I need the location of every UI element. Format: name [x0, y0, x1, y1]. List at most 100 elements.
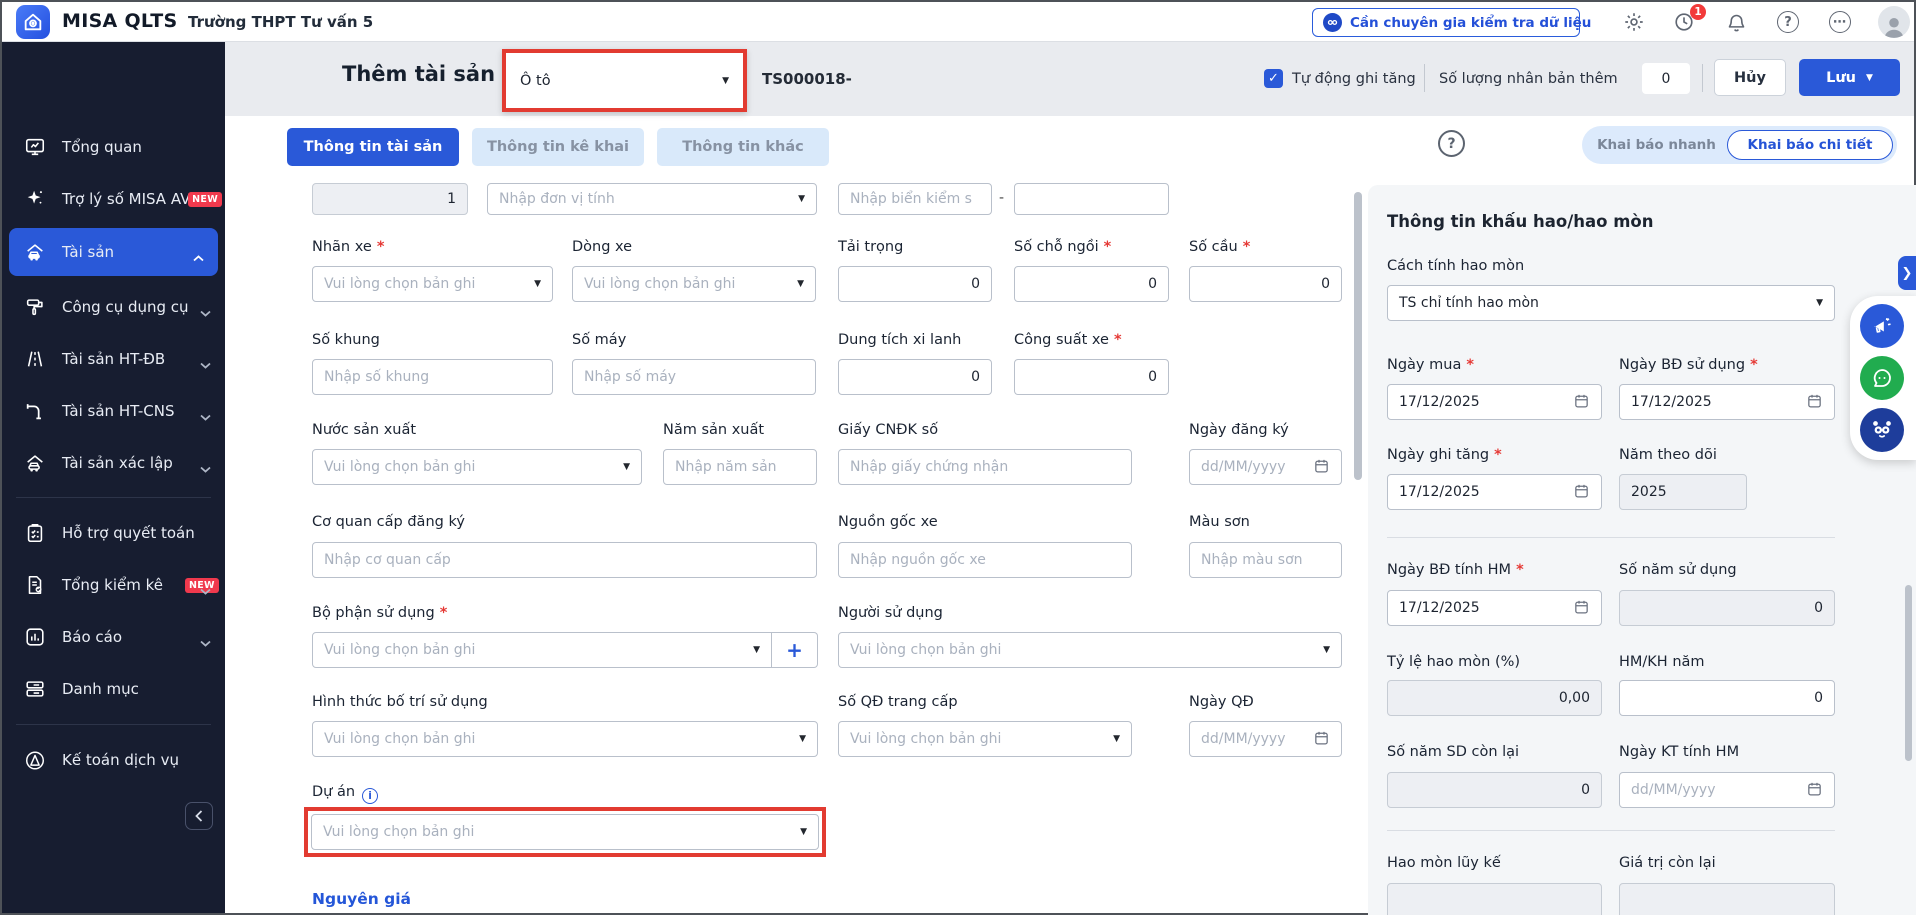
year-input[interactable]: Nhập năm sản [663, 449, 817, 485]
sidebar-item-tai-san-ht-db[interactable]: Tài sản HT-ĐB [2, 333, 225, 385]
calendar-icon[interactable] [1573, 482, 1590, 503]
brand-select[interactable]: Vui lòng chọn bản ghi ▼ [312, 266, 553, 302]
axles-input[interactable]: 0 [1189, 266, 1342, 302]
origin-input[interactable]: Nhập nguồn gốc xe [838, 542, 1132, 578]
chassis-input[interactable]: Nhập số khung [312, 359, 553, 395]
ava-panda-bot-icon[interactable] [1860, 408, 1904, 452]
increase-date-label: Ngày ghi tăng [1387, 447, 1502, 463]
purchase-date-input[interactable]: 17/12/2025 [1387, 384, 1602, 420]
notifications-bell-icon[interactable] [1724, 10, 1748, 34]
sidebar-item-bao-cao[interactable]: Báo cáo [2, 611, 225, 663]
separator [1702, 64, 1703, 92]
method-select[interactable]: TS chỉ tính hao mòn ▼ [1387, 285, 1835, 321]
line-select[interactable]: Vui lòng chọn bản ghi ▼ [572, 266, 816, 302]
brand-label: Nhãn xe [312, 239, 384, 255]
line-label: Dòng xe [572, 239, 633, 255]
asset-type-select[interactable]: Ô tô ▼ [502, 49, 747, 112]
cert-no-input[interactable]: Nhập giấy chứng nhận [838, 449, 1132, 485]
calendar-icon[interactable] [1806, 392, 1823, 413]
hm-start-date-input[interactable]: 17/12/2025 [1387, 590, 1602, 626]
sidebar-item-tro-ly-so[interactable]: Trợ lý số MISA AVA NEW [2, 173, 225, 225]
seats-label: Số chỗ ngồi [1014, 239, 1111, 255]
sidebar-item-ho-tro-quyet-toan[interactable]: Hỗ trợ quyết toán [2, 507, 225, 559]
help-icon[interactable]: ? [1776, 10, 1800, 34]
sidebar-item-tong-kiem-ke[interactable]: Tổng kiểm kê NEW [2, 559, 225, 611]
decision-no-select[interactable]: Vui lòng chọn bản ghi ▼ [838, 721, 1132, 757]
plate-number-input[interactable]: Nhập biển kiểm s [838, 183, 992, 215]
tonnage-input[interactable]: 0 [838, 266, 992, 302]
sidebar-item-danh-muc[interactable]: Danh mục [2, 663, 225, 715]
tab-thong-tin-khac[interactable]: Thông tin khác [657, 128, 829, 166]
year-label: Năm sản xuất [663, 422, 765, 438]
use-years-label: Số năm sử dụng [1619, 562, 1737, 578]
start-use-date-input[interactable]: 17/12/2025 [1619, 384, 1835, 420]
start-use-date-label: Ngày BĐ sử dụng [1619, 357, 1758, 373]
chat-support-icon[interactable] [1860, 356, 1904, 400]
more-options-icon[interactable]: ⋯ [1828, 10, 1852, 34]
user-select[interactable]: Vui lòng chọn bản ghi ▼ [838, 632, 1342, 668]
allocation-select[interactable]: Vui lòng chọn bản ghi ▼ [312, 721, 818, 757]
plate-number-input-2[interactable] [1014, 183, 1169, 215]
user-avatar[interactable] [1878, 6, 1910, 38]
hm-per-year-input[interactable]: 0 [1619, 680, 1835, 716]
calendar-icon[interactable] [1573, 392, 1590, 413]
power-input[interactable]: 0 [1014, 359, 1169, 395]
calendar-icon[interactable] [1573, 598, 1590, 619]
misa-logo-icon[interactable] [16, 5, 50, 39]
asset-code: TS000018- [762, 70, 852, 88]
sidebar-item-tai-san[interactable]: Tài sản [9, 228, 218, 276]
engine-no-input[interactable]: Nhập số máy [572, 359, 816, 395]
dashboard-monitor-icon [24, 136, 46, 158]
auto-increase-checkbox[interactable]: ✓ [1264, 69, 1283, 88]
increase-date-input[interactable]: 17/12/2025 [1387, 474, 1602, 510]
method-label: Cách tính hao mòn [1387, 258, 1525, 274]
expert-check-button[interactable]: Cần chuyên gia kiểm tra dữ liệu [1312, 8, 1591, 37]
info-icon[interactable]: i [362, 788, 379, 804]
chevron-down-icon [200, 355, 211, 373]
quantity-input[interactable]: 1 [312, 183, 468, 215]
nguyen-gia-section-link[interactable]: Nguyên giá [312, 890, 411, 908]
calendar-icon[interactable] [1313, 457, 1330, 478]
panel-scrollbar[interactable] [1905, 585, 1912, 761]
unit-select[interactable]: Nhập đơn vị tính ▼ [487, 183, 817, 215]
declare-quick-option[interactable]: Khai báo nhanh [1586, 137, 1727, 153]
paint-color-input[interactable]: Nhập màu sơn [1189, 542, 1342, 578]
sidebar-item-ke-toan-dich-vu[interactable]: Kế toán dịch vụ [2, 734, 225, 786]
tab-thong-tin-ke-khai[interactable]: Thông tin kê khai [472, 128, 644, 166]
tab-thong-tin-tai-san[interactable]: Thông tin tài sản [287, 128, 459, 166]
save-button[interactable]: Lưu ▼ [1799, 59, 1900, 96]
chevron-down-icon: ▼ [1816, 298, 1823, 308]
calendar-icon[interactable] [1313, 729, 1330, 750]
calendar-icon[interactable] [1806, 780, 1823, 801]
chevron-down-icon: ▼ [799, 734, 806, 744]
decision-date-input[interactable]: dd/MM/yyyy [1189, 721, 1342, 757]
seats-input[interactable]: 0 [1014, 266, 1169, 302]
duplicate-count-input[interactable]: 0 [1642, 63, 1690, 94]
cancel-button[interactable]: Hủy [1714, 59, 1786, 96]
country-select[interactable]: Vui lòng chọn bản ghi ▼ [312, 449, 642, 485]
accum-label: Hao mòn lũy kế [1387, 855, 1501, 871]
reg-date-input[interactable]: dd/MM/yyyy [1189, 449, 1342, 485]
sidebar-item-tai-san-xac-lap[interactable]: Tài sản xác lập [2, 437, 225, 489]
settings-gear-icon[interactable] [1622, 10, 1646, 34]
announcement-megaphone-icon[interactable] [1860, 304, 1904, 348]
widget-expand-tab[interactable]: ❯ [1898, 256, 1916, 290]
department-select[interactable]: Vui lòng chọn bản ghi ▼ [312, 632, 772, 668]
cylinder-input[interactable]: 0 [838, 359, 992, 395]
form-help-icon[interactable]: ? [1438, 130, 1465, 157]
app-name: MISA QLTS [62, 10, 178, 32]
add-department-button[interactable]: + [772, 632, 818, 668]
pipe-icon [24, 400, 46, 422]
page-title: Thêm tài sản [342, 62, 496, 86]
agency-input[interactable]: Nhập cơ quan cấp [312, 542, 817, 578]
hm-end-date-input[interactable]: dd/MM/yyyy [1619, 772, 1835, 808]
years-left-input: 0 [1387, 772, 1602, 808]
declare-detail-option[interactable]: Khai báo chi tiết [1727, 130, 1893, 160]
origin-label: Nguồn gốc xe [838, 514, 938, 530]
sidebar-item-tai-san-ht-cns[interactable]: Tài sản HT-CNS [2, 385, 225, 437]
sidebar-item-cong-cu-dung-cu[interactable]: Công cụ dụng cụ [2, 281, 225, 333]
project-select[interactable]: Vui lòng chọn bản ghi ▼ [311, 814, 819, 850]
main-scrollbar[interactable] [1354, 192, 1362, 480]
sidebar-item-tong-quan[interactable]: Tổng quan [2, 121, 225, 173]
sidebar-collapse-button[interactable] [185, 802, 213, 830]
